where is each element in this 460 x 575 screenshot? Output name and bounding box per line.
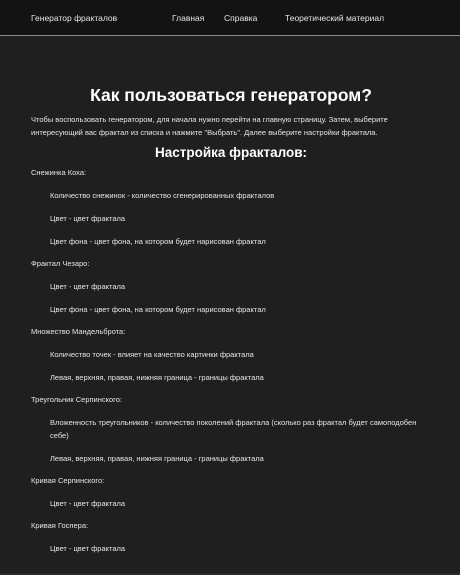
fractal-koch: Снежинка Коха: Количество снежинок - кол… (31, 167, 431, 248)
fractal-param: Количество точек - влияет на качество ка… (50, 350, 254, 359)
fractal-cesaro: Фрактал Чезаро: Цвет - цвет фрактала Цве… (31, 258, 431, 316)
fractal-param: Вложенность треугольников - количество п… (50, 418, 417, 440)
fractal-param: Количество снежинок - количество сгенери… (50, 191, 275, 200)
fractal-name: Снежинка Коха: (31, 168, 87, 177)
fractal-name: Кривая Серпинского: (31, 476, 105, 485)
navbar: Генератор фракталов Главная Справка Теор… (0, 0, 460, 36)
fractal-sierpinski-triangle: Треугольник Серпинского: Вложенность тре… (31, 394, 431, 465)
nav-link-theory[interactable]: Теоретический материал (285, 13, 384, 23)
fractal-param: Цвет - цвет фрактала (50, 544, 126, 553)
fractal-param: Левая, верхняя, правая, нижняя граница -… (50, 454, 264, 463)
fractal-settings-list: Снежинка Коха: Количество снежинок - кол… (31, 167, 431, 555)
fractal-name: Кривая Госпера: (31, 521, 89, 530)
fractal-sierpinski-curve: Кривая Серпинского: Цвет - цвет фрактала (31, 475, 431, 510)
fractal-name: Множество Мандельброта: (31, 327, 126, 336)
nav-link-help[interactable]: Справка (224, 13, 257, 23)
fractal-name: Треугольник Серпинского: (31, 395, 122, 404)
nav-link-home[interactable]: Главная (172, 13, 204, 23)
fractal-gosper-curve: Кривая Госпера: Цвет - цвет фрактала (31, 520, 431, 555)
fractal-name: Фрактал Чезаро: (31, 259, 90, 268)
fractal-param: Цвет фона - цвет фона, на котором будет … (50, 305, 266, 314)
page-title: Как пользоваться генератором? (90, 85, 372, 105)
intro-text: Чтобы воспользовать генератором, для нач… (31, 115, 388, 137)
fractal-mandelbrot: Множество Мандельброта: Количество точек… (31, 326, 431, 384)
fractal-param: Цвет - цвет фрактала (50, 214, 126, 223)
fractal-param: Цвет - цвет фрактала (50, 499, 126, 508)
fractal-param: Цвет фона - цвет фона, на котором будет … (50, 237, 266, 246)
fractal-param: Левая, верхняя, правая, нижняя граница -… (50, 373, 264, 382)
brand-link[interactable]: Генератор фракталов (31, 13, 117, 23)
fractal-param: Цвет - цвет фрактала (50, 282, 126, 291)
section-title: Настройка фракталов: (154, 145, 308, 160)
main-content: Как пользоваться генератором? Чтобы восп… (31, 36, 431, 565)
